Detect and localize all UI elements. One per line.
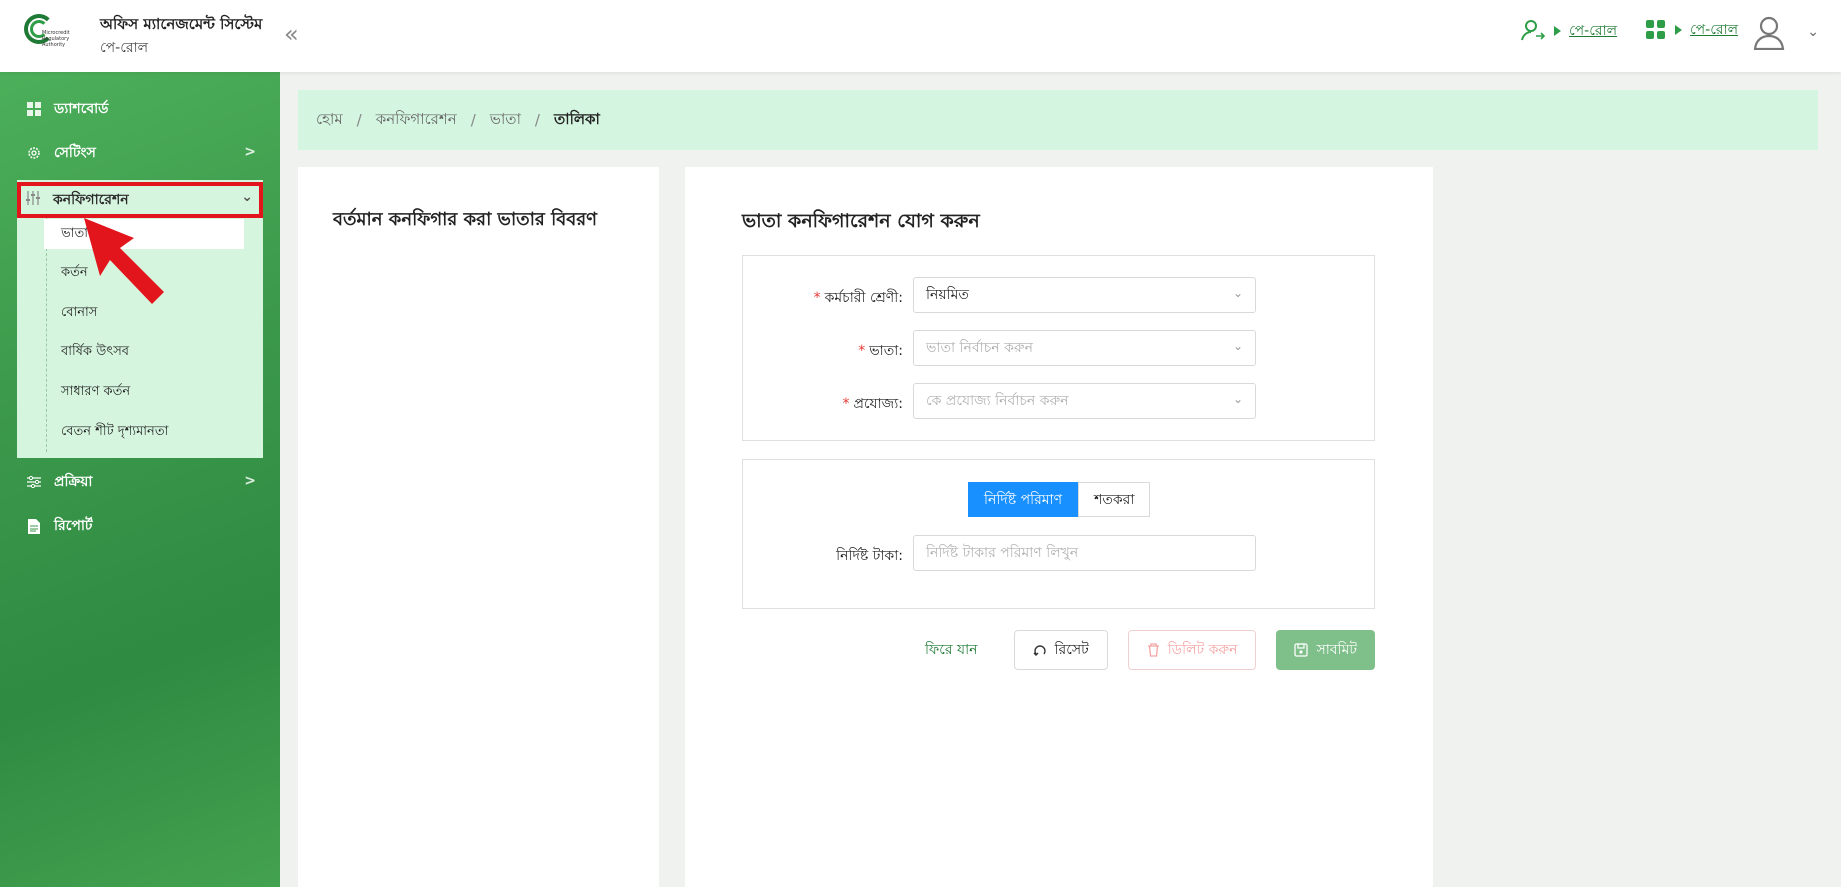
employee-class-value: নিয়মিত (926, 287, 969, 303)
allowance-select[interactable]: ভাতা নির্বাচন করুন ⌄ (913, 330, 1256, 366)
add-config-form-card: ভাতা কনফিগারেশন যোগ করুন * কর্মচারী শ্রেণ… (685, 167, 1433, 887)
employee-class-label: কর্মচারী শ্রেণী: (824, 290, 903, 306)
sidebar-item-settings[interactable]: সেটিংস > (26, 138, 266, 168)
delete-label: ডিলিট করুন (1167, 642, 1238, 658)
breadcrumb-allowance[interactable]: ভাতা (490, 108, 521, 133)
top-header: Microcredit Regulatory Authority অফিস ম্… (0, 0, 1841, 72)
breadcrumb: হোম / কনফিগারেশন / ভাতা / তালিকা (298, 90, 1818, 150)
chevron-right-icon: > (244, 473, 256, 489)
sidebar-item-label: সেটিংস (54, 145, 96, 161)
process-icon (26, 474, 42, 490)
back-button[interactable]: ফিরে যান (909, 630, 994, 670)
chevron-down-icon: ⌄ (1232, 339, 1243, 353)
sidebar-item-report[interactable]: রিপোর্ট (26, 511, 266, 541)
allowance-label: ভাতা: (869, 343, 903, 359)
sidebar-item-label: ড্যাশবোর্ড (54, 101, 109, 117)
form-row-applicable: * প্রযোজ্য: কে প্রযোজ্য নির্বাচন করুন ⌄ (743, 383, 1376, 419)
amount-type-fixed[interactable]: নির্দিষ্ট পরিমাণ (968, 482, 1079, 517)
sidebar-item-process[interactable]: প্রক্রিয়া > (26, 467, 266, 497)
chevron-down-icon: ⌄ (1232, 286, 1243, 300)
submit-button[interactable]: সাবমিট (1276, 630, 1375, 670)
save-icon (1294, 643, 1309, 657)
dashboard-icon (26, 101, 42, 117)
sidebar-item-label: রিপোর্ট (54, 518, 93, 534)
form-section-selection: * কর্মচারী শ্রেণী: নিয়মিত ⌄ * ভাতা: ভাতা … (742, 255, 1375, 441)
trash-icon (1147, 643, 1159, 657)
logo: Microcredit Regulatory Authority (24, 14, 78, 54)
form-section-amount: নির্দিষ্ট পরিমাণ শতকরা নির্দিষ্ট টাকা: ন… (742, 459, 1375, 609)
settings-icon (26, 145, 42, 161)
amount-type-toggle: নির্দিষ্ট পরিমাণ শতকরা (968, 482, 1151, 517)
amount-type-percentage[interactable]: শতকরা (1078, 482, 1151, 517)
triangle-icon (1554, 26, 1561, 36)
app-subtitle: পে-রোল (100, 40, 149, 56)
breadcrumb-home[interactable]: হোম (316, 108, 343, 133)
sidebar-child-annual-festival[interactable]: বার্ষিক উৎসব (44, 337, 244, 367)
applicable-placeholder: কে প্রযোজ্য নির্বাচন করুন (926, 393, 1069, 409)
user-switch-icon (1521, 20, 1546, 41)
sidebar-item-dashboard[interactable]: ড্যাশবোর্ড (26, 94, 266, 124)
employee-class-select[interactable]: নিয়মিত ⌄ (913, 277, 1256, 313)
app-title: অফিস ম্যানেজমেন্ট সিস্টেম (100, 15, 263, 33)
header-link-group[interactable]: পে-রোল (1520, 18, 1617, 44)
form-row-fixed-amount: নির্দিষ্ট টাকা: নির্দিষ্ট টাকার পরিমাণ ল… (743, 535, 1376, 571)
user-avatar-icon[interactable] (1753, 16, 1785, 50)
chevron-down-icon[interactable]: ⌄ (1807, 24, 1819, 40)
report-icon (26, 518, 42, 534)
breadcrumb-current: তালিকা (553, 109, 600, 128)
chevron-down-icon: ⌄ (1232, 392, 1243, 406)
header-link-payroll-2[interactable]: পে-রোল (1690, 18, 1738, 42)
apps-grid-icon (1646, 20, 1665, 39)
annotation-arrow-icon (84, 218, 164, 304)
sidebar-item-label: প্রক্রিয়া (54, 474, 93, 490)
form-row-allowance: * ভাতা: ভাতা নির্বাচন করুন ⌄ (743, 330, 1376, 366)
collapse-sidebar-icon[interactable]: « (284, 21, 299, 47)
reset-label: রিসেট (1054, 642, 1089, 658)
form-row-employee-class: * কর্মচারী শ্রেণী: নিয়মিত ⌄ (743, 277, 1376, 313)
reset-button[interactable]: রিসেট (1013, 630, 1108, 670)
breadcrumb-configuration[interactable]: কনফিগারেশন (376, 108, 457, 133)
header-link-payroll-1[interactable]: পে-রোল (1569, 19, 1617, 43)
reset-icon (1033, 645, 1046, 656)
chevron-right-icon: > (244, 144, 256, 160)
allowance-placeholder: ভাতা নির্বাচন করুন (926, 340, 1033, 356)
applicable-select[interactable]: কে প্রযোজ্য নির্বাচন করুন ⌄ (913, 383, 1256, 419)
header-link-group-2[interactable]: পে-রোল (1645, 18, 1738, 42)
current-config-card: বর্তমান কনফিগার করা ভাতার বিবরণ (298, 167, 659, 887)
sidebar: ড্যাশবোর্ড সেটিংস > কনফিগারেশন ⌄ ভাতা কর… (0, 72, 280, 887)
sidebar-child-general-deduction[interactable]: সাধারণ কর্তন (44, 377, 244, 407)
form-title: ভাতা কনফিগারেশন যোগ করুন (742, 210, 980, 232)
fixed-amount-label: নির্দিষ্ট টাকা: (836, 548, 903, 564)
current-config-title: বর্তমান কনফিগার করা ভাতার বিবরণ (333, 209, 598, 230)
fixed-amount-input[interactable]: নির্দিষ্ট টাকার পরিমাণ লিখুন (913, 535, 1256, 571)
triangle-icon (1675, 25, 1682, 35)
applicable-label: প্রযোজ্য: (853, 396, 903, 412)
form-actions: ফিরে যান রিসেট ডিলিট করুন সাবমিট (909, 630, 1375, 670)
sidebar-child-salary-sheet-visibility[interactable]: বেতন শীট দৃশ্যমানতা (44, 417, 244, 447)
submit-label: সাবমিট (1316, 642, 1357, 658)
delete-button[interactable]: ডিলিট করুন (1127, 630, 1257, 670)
